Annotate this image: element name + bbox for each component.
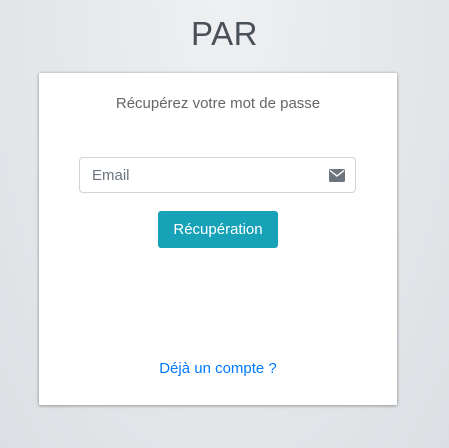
recover-button[interactable]: Récupération — [158, 211, 278, 248]
card-message: Récupérez votre mot de passe — [115, 95, 321, 112]
recover-password-card: Récupérez votre mot de passe Récupératio… — [39, 73, 397, 405]
email-input[interactable] — [80, 158, 319, 192]
login-link[interactable]: Déjà un compte ? — [39, 360, 397, 377]
envelope-icon — [319, 158, 355, 192]
app-logo: PAR — [191, 15, 258, 52]
email-input-group — [79, 157, 356, 193]
